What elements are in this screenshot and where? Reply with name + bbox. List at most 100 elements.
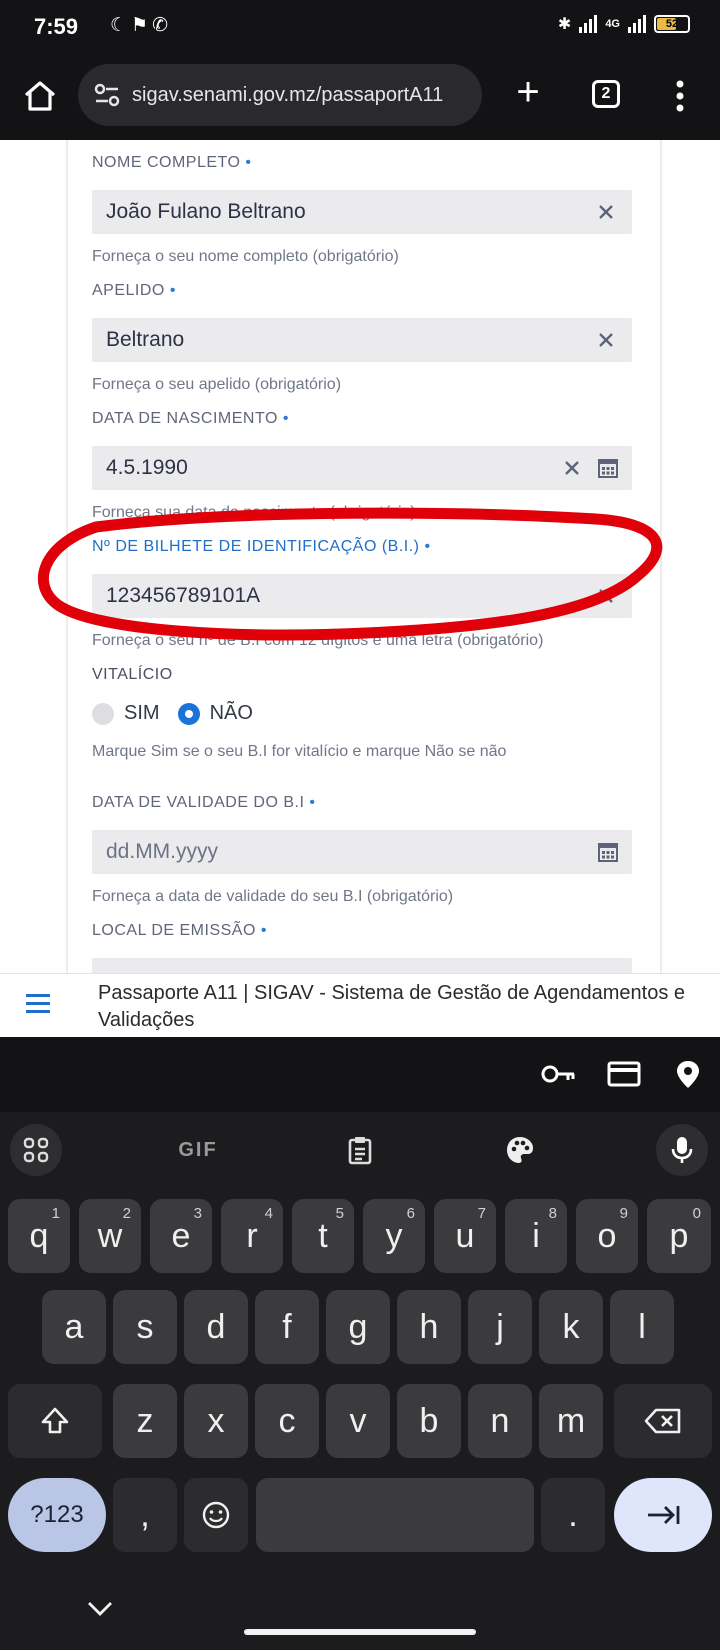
- browser-toolbar: sigav.senami.gov.mz/passaportA11 + 2: [0, 54, 720, 140]
- label-text: NOME COMPLETO: [92, 154, 241, 171]
- site-settings-icon[interactable]: [92, 80, 122, 110]
- field-label: Nº DE BILHETE DE IDENTIFICAÇÃO (B.I.) •: [92, 538, 632, 560]
- home-gesture-bar[interactable]: [244, 1629, 476, 1635]
- clear-icon[interactable]: [594, 328, 618, 352]
- field-label: NOME COMPLETO •: [92, 154, 632, 176]
- field-local-emissao: LOCAL DE EMISSÃO •: [92, 922, 632, 973]
- key-k[interactable]: k: [539, 1290, 603, 1364]
- key-s[interactable]: s: [113, 1290, 177, 1364]
- key-label: g: [348, 1307, 368, 1346]
- key-label: z: [136, 1401, 154, 1440]
- help-text: Marque Sim se o seu B.I for vitalício e …: [92, 743, 507, 760]
- space-key[interactable]: [256, 1478, 534, 1552]
- key-label: n: [490, 1401, 510, 1440]
- phone-screen: 7:59 ☾⚑✆ ✱ 4G 52 sigav.senami.gov.mz/pas…: [0, 0, 720, 1650]
- radio-nao[interactable]: [177, 702, 200, 725]
- bi-number-input[interactable]: 123456789101A: [92, 574, 632, 618]
- label-text: LOCAL DE EMISSÃO: [92, 922, 256, 939]
- key-n[interactable]: n: [468, 1384, 532, 1458]
- key-label: y: [385, 1216, 403, 1255]
- home-icon[interactable]: [20, 76, 60, 116]
- key-i[interactable]: i8: [505, 1199, 567, 1273]
- status-bar: 7:59 ☾⚑✆ ✱ 4G 52: [0, 0, 720, 54]
- radio-nao-label[interactable]: NÃO: [210, 702, 253, 725]
- clipboard-icon[interactable]: [334, 1124, 386, 1176]
- field-nome-completo: NOME COMPLETO • João Fulano Beltrano For…: [92, 154, 632, 266]
- palette-icon[interactable]: [494, 1124, 546, 1176]
- microphone-icon[interactable]: [656, 1124, 708, 1176]
- period-key[interactable]: .: [541, 1478, 605, 1552]
- key-label: w: [97, 1216, 123, 1255]
- key-l[interactable]: l: [610, 1290, 674, 1364]
- chevron-down-icon[interactable]: [86, 1599, 114, 1619]
- data-nascimento-input[interactable]: 4.5.1990: [92, 446, 632, 490]
- key-f[interactable]: f: [255, 1290, 319, 1364]
- key-v[interactable]: v: [326, 1384, 390, 1458]
- key-z[interactable]: z: [113, 1384, 177, 1458]
- key-p[interactable]: p0: [647, 1199, 711, 1273]
- key-o[interactable]: o9: [576, 1199, 638, 1273]
- key-j[interactable]: j: [468, 1290, 532, 1364]
- keyboard-toolbar: GIF: [0, 1112, 720, 1184]
- key-u[interactable]: u7: [434, 1199, 496, 1273]
- calendar-icon[interactable]: [596, 456, 620, 480]
- key-h[interactable]: h: [397, 1290, 461, 1364]
- tab-switcher-button[interactable]: 2: [592, 80, 620, 108]
- address-bar[interactable]: sigav.senami.gov.mz/passaportA11: [78, 64, 482, 126]
- key-hint: 1: [51, 1205, 60, 1222]
- more-menu-icon[interactable]: [668, 78, 692, 114]
- key-e[interactable]: e3: [150, 1199, 212, 1273]
- radio-sim-label[interactable]: SIM: [124, 702, 160, 725]
- emoji-key[interactable]: [184, 1478, 248, 1552]
- key-r[interactable]: r4: [221, 1199, 283, 1273]
- radio-sim[interactable]: [92, 702, 114, 725]
- clear-icon[interactable]: [560, 456, 584, 480]
- calendar-icon[interactable]: [596, 840, 620, 864]
- comma-key[interactable]: ,: [113, 1478, 177, 1552]
- symbols-key[interactable]: ?123: [8, 1478, 106, 1552]
- hamburger-menu-icon[interactable]: [24, 992, 52, 1014]
- required-marker: •: [260, 922, 267, 939]
- label-text: DATA DE NASCIMENTO: [92, 410, 278, 427]
- backspace-key[interactable]: [614, 1384, 712, 1458]
- nome-completo-input[interactable]: João Fulano Beltrano: [92, 190, 632, 234]
- key-b[interactable]: b: [397, 1384, 461, 1458]
- network-type: 4G: [605, 18, 620, 30]
- key-w[interactable]: w2: [79, 1199, 141, 1273]
- gif-button[interactable]: GIF: [172, 1124, 224, 1176]
- key-label: ,: [140, 1495, 150, 1534]
- shift-key[interactable]: [8, 1384, 102, 1458]
- vitalicio-radio-group: SIM NÃO: [92, 702, 632, 725]
- key-label: u: [455, 1216, 475, 1255]
- key-x[interactable]: x: [184, 1384, 248, 1458]
- credit-card-icon[interactable]: [606, 1059, 642, 1089]
- key-label: j: [496, 1307, 504, 1346]
- next-key[interactable]: [614, 1478, 712, 1552]
- field-vitalicio: VITALÍCIO SIM NÃO Marque Sim se o seu B.…: [92, 666, 632, 761]
- key-t[interactable]: t5: [292, 1199, 354, 1273]
- apelido-input[interactable]: Beltrano: [92, 318, 632, 362]
- key-m[interactable]: m: [539, 1384, 603, 1458]
- key-icon[interactable]: [540, 1059, 576, 1089]
- data-validade-input[interactable]: dd.MM.yyyy: [92, 830, 632, 874]
- help-text: Forneça sua data de nascimento (obrigató…: [92, 504, 416, 521]
- key-d[interactable]: d: [184, 1290, 248, 1364]
- key-label: r: [246, 1216, 258, 1255]
- local-emissao-input[interactable]: [92, 958, 632, 973]
- key-g[interactable]: g: [326, 1290, 390, 1364]
- location-pin-icon[interactable]: [670, 1059, 706, 1089]
- new-tab-button[interactable]: +: [508, 72, 548, 114]
- field-label: DATA DE VALIDADE DO B.I •: [92, 794, 632, 816]
- key-label: t: [318, 1216, 328, 1255]
- clear-icon[interactable]: [594, 200, 618, 224]
- key-y[interactable]: y6: [363, 1199, 425, 1273]
- apps-grid-icon[interactable]: [10, 1124, 62, 1176]
- clear-icon[interactable]: [594, 584, 618, 608]
- field-bilhete-identificacao: Nº DE BILHETE DE IDENTIFICAÇÃO (B.I.) • …: [92, 538, 632, 650]
- key-a[interactable]: a: [42, 1290, 106, 1364]
- help-text: Forneça a data de validade do seu B.I (o…: [92, 888, 454, 905]
- key-c[interactable]: c: [255, 1384, 319, 1458]
- system-nav-bar: [0, 1577, 720, 1650]
- key-q[interactable]: q1: [8, 1199, 70, 1273]
- key-label: c: [278, 1401, 296, 1440]
